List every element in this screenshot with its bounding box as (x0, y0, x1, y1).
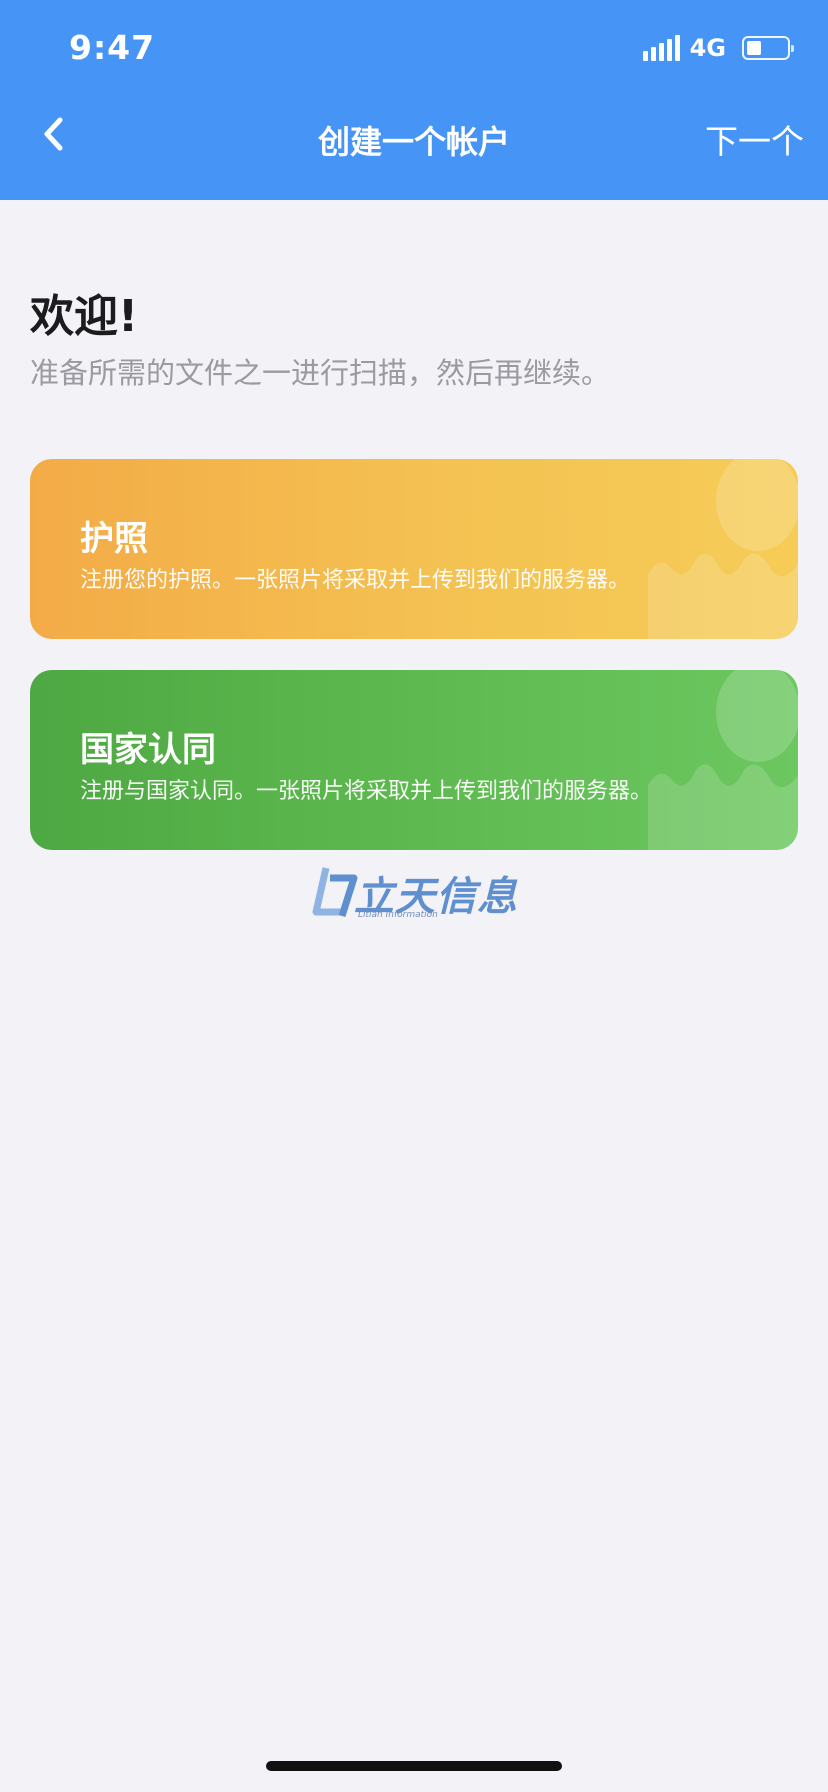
card-decoration-icon (648, 670, 798, 850)
page-title: 创建一个帐户 (317, 123, 510, 161)
watermark-logo-icon (312, 867, 358, 918)
national-id-card[interactable]: 国家认同 注册与国家认同。一张照片将采取并上传到我们的服务器。 (30, 670, 798, 850)
national-id-card-title: 国家认同 (80, 730, 216, 770)
header: 9:47 4G 创建一个帐户 下一个 (0, 0, 828, 200)
welcome-title: 欢迎! (30, 291, 139, 342)
card-decoration-icon (648, 459, 798, 639)
passport-card-title: 护照 (80, 519, 148, 559)
welcome-subtitle: 准备所需的文件之一进行扫描，然后再继续。 (30, 356, 611, 390)
next-button[interactable]: 下一个 (705, 115, 804, 163)
national-id-card-description: 注册与国家认同。一张照片将采取并上传到我们的服务器。 (80, 779, 653, 804)
watermark: 立天信息 Litian Information (312, 862, 522, 924)
battery-level (747, 41, 761, 55)
network-label: 4G (689, 34, 726, 62)
passport-card-description: 注册您的护照。一张照片将采取并上传到我们的服务器。 (80, 568, 631, 593)
battery-icon (742, 36, 794, 60)
watermark-subtext: Litian Information (358, 910, 438, 920)
passport-card[interactable]: 护照 注册您的护照。一张照片将采取并上传到我们的服务器。 (30, 459, 798, 639)
home-indicator[interactable] (266, 1761, 562, 1771)
signal-icon (642, 35, 680, 61)
status-indicators: 4G (642, 34, 794, 62)
status-time: 9:47 (69, 28, 156, 67)
